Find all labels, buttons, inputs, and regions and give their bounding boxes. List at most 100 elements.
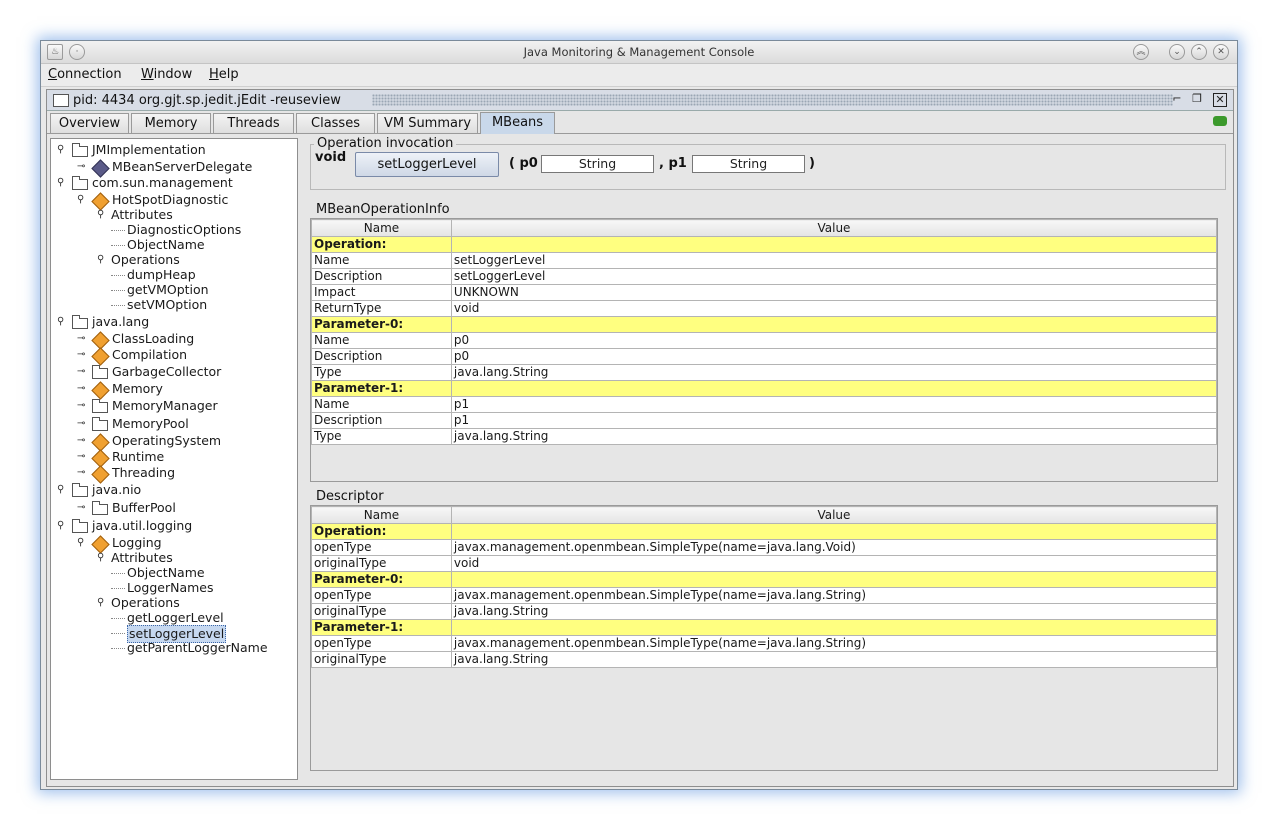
value-cell <box>450 571 1218 588</box>
table-row[interactable]: Name p0 <box>311 332 1218 349</box>
expanded-handle-icon[interactable]: ⚲ <box>77 538 86 548</box>
shade-icon[interactable]: ︽ <box>1133 44 1149 60</box>
section-header-row[interactable]: Operation: <box>311 236 1218 253</box>
menubar: Connection Window Help <box>41 64 1237 87</box>
tab-memory[interactable]: Memory <box>131 113 211 133</box>
collapsed-handle-icon[interactable]: ⊸ <box>77 401 86 411</box>
value-cell: setLoggerLevel <box>450 252 1218 269</box>
close-icon[interactable]: ✕ <box>1213 44 1229 60</box>
expanded-handle-icon[interactable]: ⚲ <box>97 210 106 220</box>
tree-node-label: setVMOption <box>127 297 208 312</box>
name-cell: Description <box>311 268 452 285</box>
section-header-row[interactable]: Parameter-1: <box>311 380 1218 397</box>
column-header-value[interactable]: Value <box>450 506 1218 524</box>
table-row[interactable]: openType javax.management.openmbean.Simpl… <box>311 539 1218 556</box>
table-row[interactable]: Type java.lang.String <box>311 364 1218 381</box>
expanded-handle-icon[interactable]: ⚲ <box>57 485 66 495</box>
collapsed-handle-icon[interactable]: ⊸ <box>77 419 86 429</box>
column-header-value[interactable]: Value <box>450 219 1218 237</box>
table-row[interactable]: originalType java.lang.String <box>311 651 1218 668</box>
collapsed-handle-icon[interactable]: ⊸ <box>77 384 86 394</box>
collapsed-handle-icon[interactable]: ⊸ <box>77 503 86 513</box>
menu-window[interactable]: Window <box>141 67 192 82</box>
frame-iconify-icon[interactable]: ⌐ <box>1171 93 1183 105</box>
tab-vm-summary[interactable]: VM Summary <box>377 113 478 133</box>
name-cell: openType <box>311 587 452 604</box>
frame-icon <box>53 94 69 107</box>
table-row[interactable]: Description setLoggerLevel <box>311 268 1218 285</box>
table-row[interactable]: Name setLoggerLevel <box>311 252 1218 269</box>
section-header-row[interactable]: Parameter-1: <box>311 619 1218 636</box>
expanded-handle-icon[interactable]: ⚲ <box>97 255 106 265</box>
column-header-name[interactable]: Name <box>311 219 452 237</box>
tree-connector <box>111 230 125 231</box>
tree-node-label: Logging <box>112 535 162 550</box>
section-header-row[interactable]: Parameter-0: <box>311 571 1218 588</box>
table-row[interactable]: Type java.lang.String <box>311 428 1218 445</box>
operation-info-table: Name Value Operation: Name setLoggerLevel D… <box>311 219 1218 445</box>
expanded-handle-icon[interactable]: ⚲ <box>57 178 66 188</box>
expanded-handle-icon[interactable]: ⚲ <box>57 317 66 327</box>
name-cell: Description <box>311 412 452 429</box>
descriptor-scroll[interactable]: Name Value Operation: openType javax.manag… <box>310 505 1218 771</box>
tree-connector <box>111 588 125 589</box>
expanded-handle-icon[interactable]: ⚲ <box>57 145 66 155</box>
tab-threads[interactable]: Threads <box>213 113 294 133</box>
collapsed-handle-icon[interactable]: ⊸ <box>77 334 86 344</box>
table-row[interactable]: Description p1 <box>311 412 1218 429</box>
collapsed-handle-icon[interactable]: ⊸ <box>77 452 86 462</box>
descriptor-table: Name Value Operation: openType javax.manag… <box>311 506 1218 668</box>
expanded-handle-icon[interactable]: ⚲ <box>77 195 86 205</box>
table-row[interactable]: openType javax.management.openmbean.Simpl… <box>311 587 1218 604</box>
value-cell: java.lang.String <box>450 428 1218 445</box>
collapsed-handle-icon[interactable]: ⊸ <box>77 162 86 172</box>
name-cell: Impact <box>311 284 452 301</box>
maximize-icon[interactable]: ⌃ <box>1191 44 1207 60</box>
menu-help[interactable]: Help <box>209 67 239 82</box>
menu-connection[interactable]: Connection <box>48 67 122 82</box>
folder-icon <box>92 417 108 431</box>
value-cell <box>450 380 1218 397</box>
collapsed-handle-icon[interactable]: ⊸ <box>77 436 86 446</box>
expanded-handle-icon[interactable]: ⚲ <box>57 521 66 531</box>
value-cell <box>450 236 1218 253</box>
section-header-row[interactable]: Operation: <box>311 523 1218 540</box>
name-cell: originalType <box>311 603 452 620</box>
value-cell: javax.management.openmbean.SimpleType(na… <box>450 587 1218 604</box>
p0-field[interactable]: String <box>541 155 654 173</box>
minimize-icon[interactable]: ⌄ <box>1169 44 1185 60</box>
operation-info-scroll[interactable]: Name Value Operation: Name setLoggerLevel D… <box>310 218 1218 482</box>
expanded-handle-icon[interactable]: ⚲ <box>97 598 106 608</box>
table-row[interactable]: ReturnType void <box>311 300 1218 317</box>
collapsed-handle-icon[interactable]: ⊸ <box>77 350 86 360</box>
invoke-operation-button[interactable]: setLoggerLevel <box>355 152 499 177</box>
frame-title: pid: 4434 org.gjt.sp.jedit.jEdit -reusev… <box>73 93 347 108</box>
folder-icon <box>72 483 88 497</box>
table-row[interactable]: originalType void <box>311 555 1218 572</box>
table-row[interactable]: Impact UNKNOWN <box>311 284 1218 301</box>
table-row[interactable]: openType javax.management.openmbean.Simpl… <box>311 635 1218 652</box>
split-pane-divider[interactable] <box>299 138 305 780</box>
collapsed-handle-icon[interactable]: ⊸ <box>77 468 86 478</box>
mbean-icon <box>91 381 110 400</box>
tab-overview[interactable]: Overview <box>50 113 129 133</box>
table-row[interactable]: Name p1 <box>311 396 1218 413</box>
tree-connector <box>111 275 125 276</box>
tab-mbeans[interactable]: MBeans <box>480 112 555 134</box>
mbean-tree[interactable]: ⚲ JMImplementation ⊸ MBeanServerDelegate ⚲ co… <box>50 138 298 780</box>
folder-icon <box>72 176 88 190</box>
folder-icon <box>72 315 88 329</box>
value-cell <box>450 619 1218 636</box>
column-header-name[interactable]: Name <box>311 506 452 524</box>
table-row[interactable]: Description p0 <box>311 348 1218 365</box>
collapsed-handle-icon[interactable]: ⊸ <box>77 367 86 377</box>
connection-status-icon[interactable] <box>1213 116 1227 126</box>
p1-field[interactable]: String <box>692 155 805 173</box>
tree-node-label: DiagnosticOptions <box>127 222 242 237</box>
table-row[interactable]: originalType java.lang.String <box>311 603 1218 620</box>
tab-classes[interactable]: Classes <box>296 113 375 133</box>
expanded-handle-icon[interactable]: ⚲ <box>97 553 106 563</box>
section-header-row[interactable]: Parameter-0: <box>311 316 1218 333</box>
frame-close-icon[interactable]: ✕ <box>1213 93 1227 107</box>
frame-restore-icon[interactable]: ❐ <box>1191 93 1203 105</box>
